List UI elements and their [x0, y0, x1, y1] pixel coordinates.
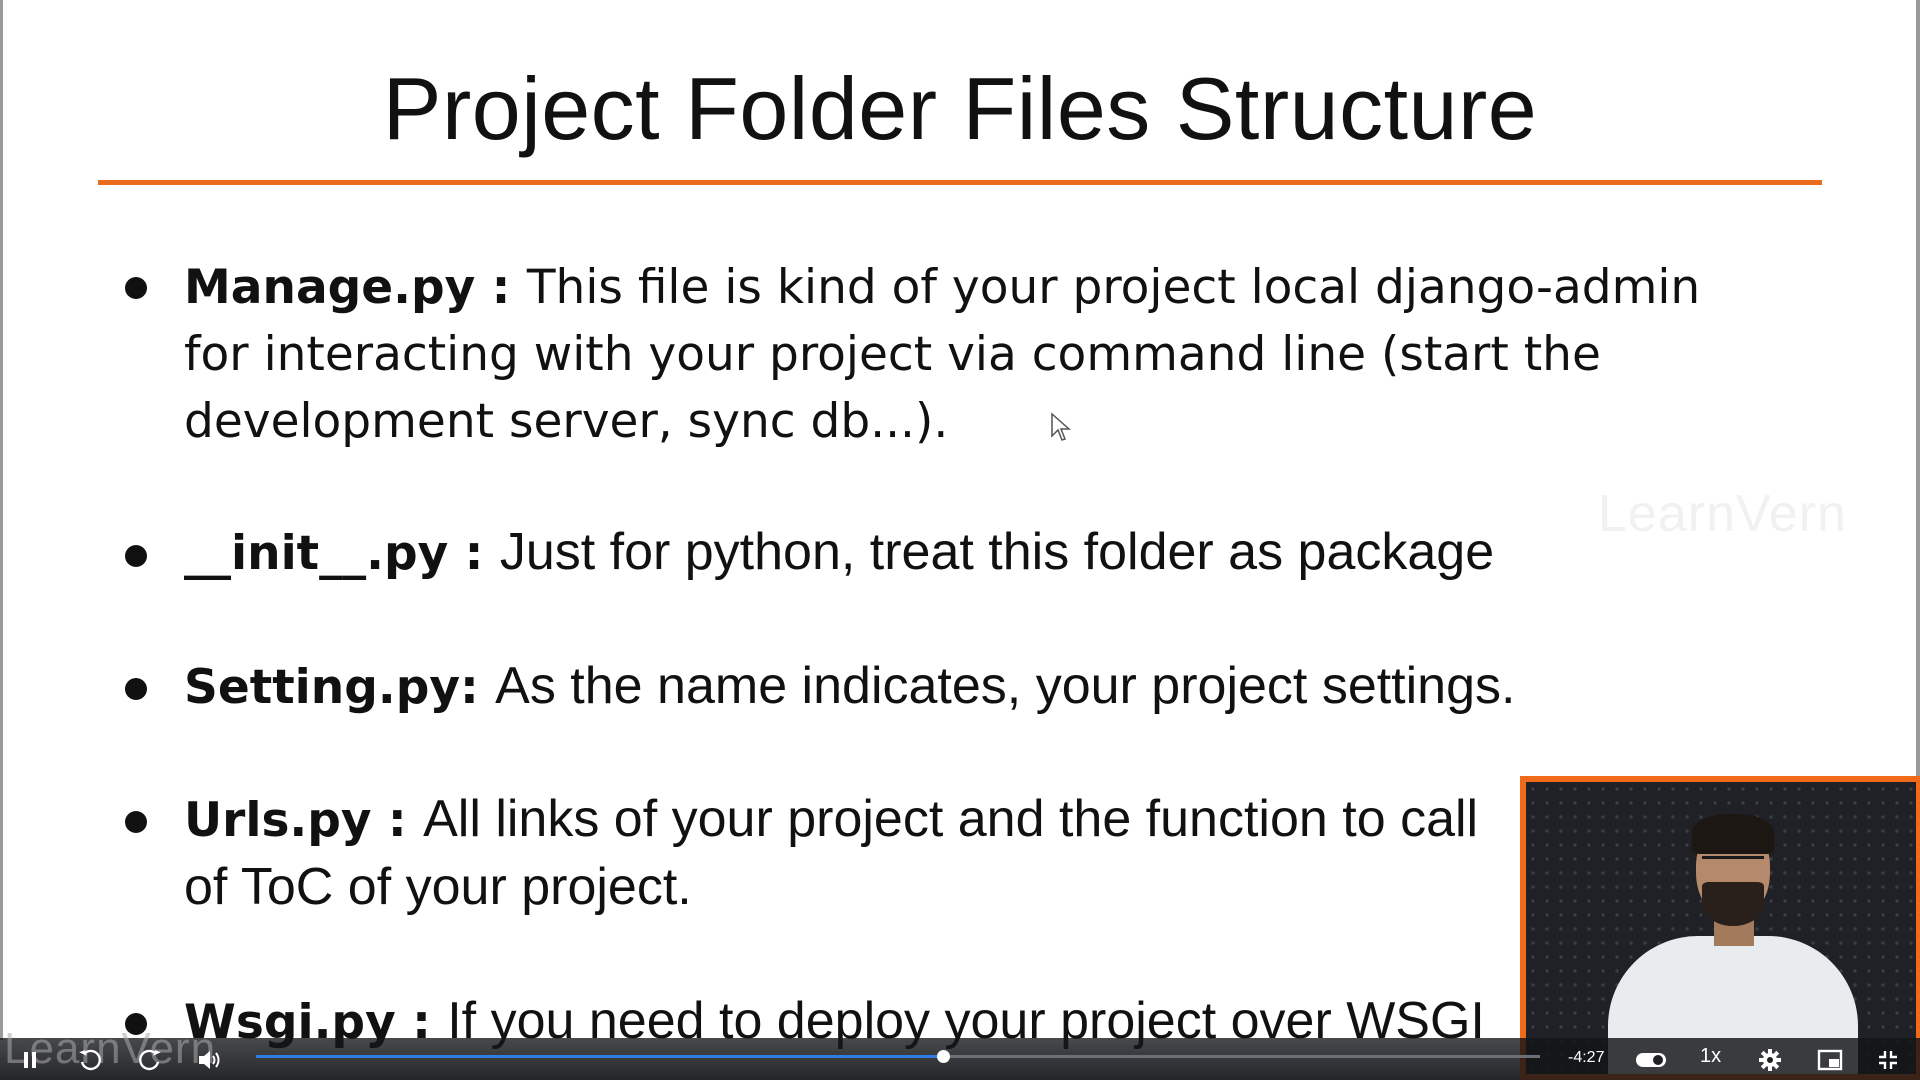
bullet-dot: [125, 678, 147, 700]
bullet-description: Just for python, treat this folder as pa…: [499, 523, 1495, 581]
presenter-hair: [1692, 814, 1774, 854]
playback-speed-button[interactable]: 1x: [1700, 1045, 1721, 1068]
title-underline: [98, 180, 1822, 185]
exit-fullscreen-button[interactable]: [1874, 1046, 1902, 1074]
bullet-manage: Manage.py : This file is kind of your pr…: [184, 254, 1744, 455]
bullet-urls: Urls.py : All links of your project and …: [184, 786, 1744, 922]
slide-title: Project Folder Files Structure: [382, 59, 1538, 158]
gear-icon: [1759, 1049, 1781, 1071]
bullet-description-line2: of ToC of your project.: [184, 858, 692, 916]
bullet-key: Manage.py :: [184, 260, 527, 315]
bullet-description: All links of your project and the functi…: [423, 790, 1479, 848]
bullet-dot: [125, 811, 147, 833]
volume-icon: [199, 1051, 220, 1069]
volume-button[interactable]: [196, 1046, 224, 1074]
rewind-button[interactable]: [76, 1046, 104, 1074]
presenter-beard: [1702, 882, 1764, 926]
settings-button[interactable]: [1756, 1046, 1784, 1074]
pause-icon: [24, 1052, 36, 1068]
bullet-init: __init__.py : Just for python, treat thi…: [184, 519, 1744, 587]
bullet-key: Urls.py :: [184, 793, 424, 848]
bullet-description: As the name indicates, your project sett…: [495, 657, 1516, 715]
webcam-overlay: [1520, 776, 1920, 1080]
rewind-icon: [79, 1049, 101, 1071]
bullet-key: Setting.py:: [184, 660, 496, 715]
progress-handle[interactable]: [936, 1050, 950, 1063]
time-remaining: -4:27: [1568, 1049, 1605, 1066]
toggle-icon: [1636, 1053, 1666, 1067]
progress-fill: [256, 1055, 943, 1058]
captions-toggle[interactable]: [1634, 1046, 1668, 1074]
bullet-key: __init__.py :: [184, 526, 500, 581]
forward-button[interactable]: [136, 1046, 164, 1074]
pip-icon: [1817, 1049, 1843, 1071]
mouse-cursor-icon: [1051, 412, 1071, 441]
exit-fullscreen-icon: [1879, 1051, 1897, 1069]
player-control-bar: [0, 1038, 1520, 1080]
presenter-glasses: [1702, 856, 1764, 873]
pause-button[interactable]: [16, 1046, 44, 1074]
forward-icon: [139, 1049, 161, 1071]
picture-in-picture-button[interactable]: [1816, 1046, 1844, 1074]
watermark-logo: LearnVern: [1598, 485, 1847, 543]
bullet-settings: Setting.py: As the name indicates, your …: [184, 653, 1744, 721]
bullet-dot: [125, 277, 147, 299]
bullet-dot: [125, 545, 147, 567]
